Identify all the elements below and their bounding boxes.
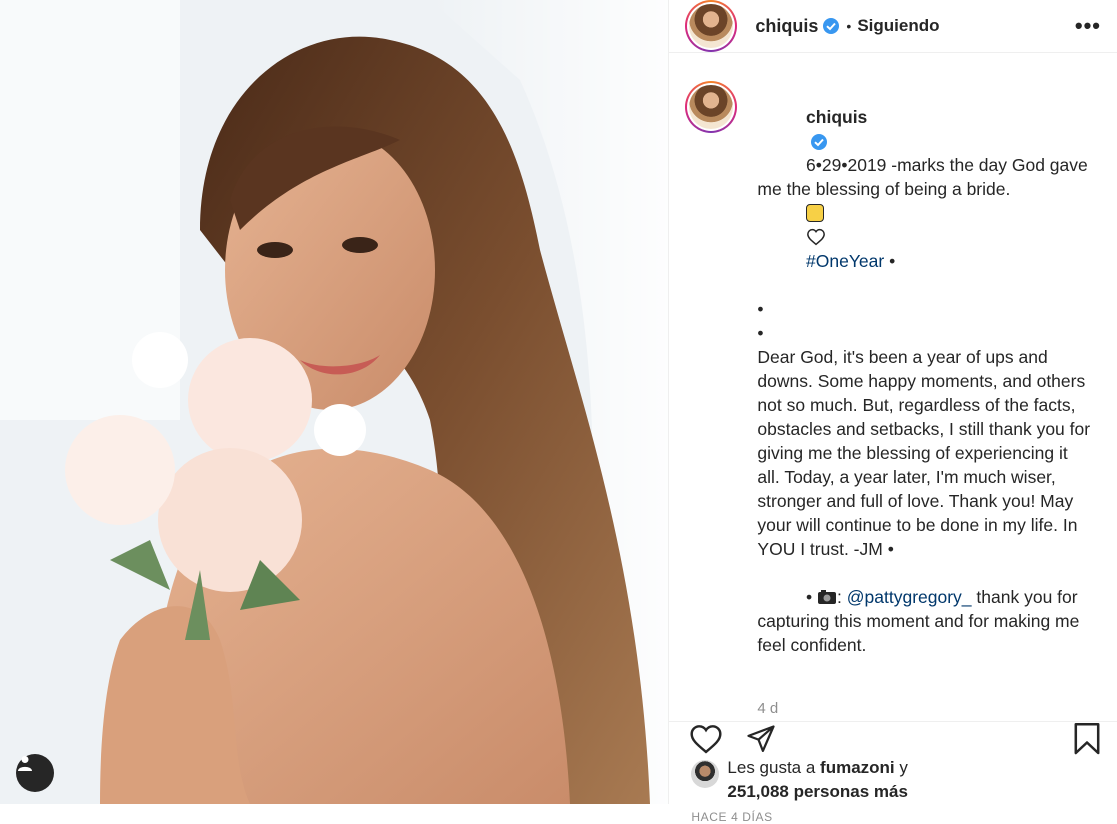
white-heart-icon: [807, 228, 825, 246]
post-body: chiquis 6•29•2019 -marks the day God gav…: [669, 53, 1117, 721]
like-heart-icon[interactable]: [689, 724, 723, 754]
verified-badge-icon: [811, 134, 828, 151]
caption-bullet-inline: •: [884, 251, 896, 271]
bride-photo: [0, 0, 669, 804]
following-button[interactable]: Siguiendo: [857, 16, 939, 36]
post-photo[interactable]: [0, 0, 670, 804]
caption-author-avatar[interactable]: [685, 81, 738, 133]
likes-count[interactable]: 251,088 personas más: [727, 782, 908, 801]
relative-timestamp[interactable]: 4 d: [757, 697, 1092, 721]
author-username[interactable]: chiquis: [755, 16, 818, 37]
header-separator: •: [846, 18, 852, 34]
post-side-panel: chiquis • Siguiendo ••• chiquis 6•29•201…: [669, 0, 1117, 824]
likes-summary: Les gusta a fumazoni y 251,088 personas …: [669, 756, 1117, 804]
caption-username[interactable]: chiquis: [806, 107, 867, 127]
caption-bullet-2: •: [757, 323, 764, 343]
photographer-mention-link[interactable]: @pattygregory_: [847, 587, 972, 607]
tagged-users-button[interactable]: [16, 754, 54, 792]
action-bar: [669, 721, 1117, 756]
more-options-icon[interactable]: •••: [1075, 13, 1101, 39]
likes-prefix: Les gusta a: [727, 758, 816, 777]
post-date[interactable]: HACE 4 DÍAS: [669, 804, 1117, 824]
bride-emoji-icon: [806, 204, 825, 222]
verified-badge-icon: [823, 18, 840, 34]
hashtag-link[interactable]: #OneYear: [806, 251, 884, 271]
author-avatar[interactable]: [685, 0, 738, 52]
save-bookmark-icon[interactable]: [1073, 722, 1101, 756]
caption-bullet-1: •: [757, 299, 764, 319]
camera-emoji-icon: [818, 590, 837, 604]
credit-colon: :: [837, 587, 847, 607]
post-caption: chiquis 6•29•2019 -marks the day God gav…: [757, 81, 1092, 721]
liker-username[interactable]: fumazoni: [820, 758, 895, 777]
user-icon: [18, 756, 32, 771]
liker-avatar[interactable]: [691, 760, 720, 788]
caption-body: Dear God, it's been a year of ups and do…: [757, 347, 1095, 559]
instagram-post: chiquis • Siguiendo ••• chiquis 6•29•201…: [0, 0, 1117, 824]
credit-prefix: •: [806, 587, 818, 607]
share-paper-plane-icon[interactable]: [745, 724, 777, 754]
post-header: chiquis • Siguiendo •••: [669, 0, 1117, 53]
caption-intro: 6•29•2019 -marks the day God gave me the…: [757, 155, 1093, 199]
likes-conjunction: y: [899, 758, 908, 777]
